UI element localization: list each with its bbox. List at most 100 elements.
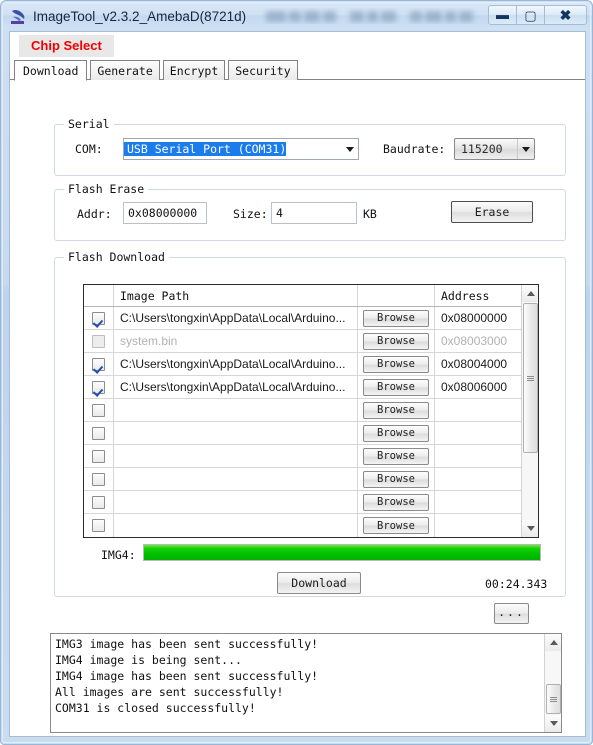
grip-icon bbox=[527, 375, 534, 382]
row-checkbox-cell[interactable] bbox=[84, 399, 114, 421]
client-area: Chip Select Download Generate Encrypt Se… bbox=[9, 31, 586, 737]
row-checkbox[interactable] bbox=[92, 357, 105, 371]
application-window: ImageTool_v2.3.2_AmebaD(8721d) ▬ ▢ ✖ Chi… bbox=[0, 0, 593, 745]
image-table: Image Path Address C:\Users\tongxin\AppD… bbox=[83, 284, 539, 538]
log-scroll-up-button[interactable] bbox=[545, 634, 561, 651]
size-unit-label: KB bbox=[363, 207, 377, 221]
row-checkbox-cell[interactable] bbox=[84, 353, 114, 375]
log-text: IMG3 image has been sent successfully! I… bbox=[55, 637, 319, 715]
triangle-down-icon bbox=[526, 526, 535, 531]
row-checkbox-cell[interactable] bbox=[84, 445, 114, 467]
table-row[interactable]: C:\Users\tongxin\AppData\Local\Arduino..… bbox=[84, 376, 521, 399]
row-checkbox[interactable] bbox=[92, 472, 105, 486]
browse-button[interactable]: Browse bbox=[363, 517, 429, 534]
row-checkbox[interactable] bbox=[92, 380, 105, 394]
header-cell-address: Address bbox=[441, 288, 490, 303]
table-row[interactable]: C:\Users\tongxin\AppData\Local\Arduino..… bbox=[84, 307, 521, 330]
menu-bar: Chip Select bbox=[10, 32, 585, 57]
erase-addr-input[interactable]: 0x08000000 bbox=[123, 202, 207, 224]
row-checkbox-cell[interactable] bbox=[84, 376, 114, 398]
browse-button[interactable]: Browse bbox=[363, 355, 429, 373]
flash-download-group: Flash Download Image Path Address C:\Use… bbox=[54, 250, 566, 597]
image-table-body: Image Path Address C:\Users\tongxin\AppD… bbox=[84, 285, 521, 537]
browse-button[interactable]: Browse bbox=[363, 378, 429, 396]
menu-item-chip-select[interactable]: Chip Select bbox=[19, 35, 114, 57]
title-bar: ImageTool_v2.3.2_AmebaD(8721d) ▬ ▢ ✖ bbox=[3, 3, 592, 29]
table-row[interactable]: Browse bbox=[84, 514, 521, 537]
scrollbar-thumb[interactable] bbox=[523, 303, 538, 453]
header-cell-check bbox=[84, 285, 114, 306]
row-image-path: C:\Users\tongxin\AppData\Local\Arduino..… bbox=[120, 380, 346, 394]
addr-label: Addr: bbox=[77, 207, 112, 221]
log-output[interactable]: IMG3 image has been sent successfully! I… bbox=[50, 633, 562, 733]
table-row[interactable]: Browse bbox=[84, 422, 521, 445]
header-cell-browse bbox=[358, 285, 435, 306]
baudrate-dropdown-arrow[interactable] bbox=[517, 139, 534, 159]
row-checkbox[interactable] bbox=[92, 311, 105, 325]
browse-button[interactable]: Browse bbox=[363, 309, 429, 327]
scroll-up-button[interactable] bbox=[522, 285, 538, 302]
app-logo-icon bbox=[10, 8, 27, 25]
minimize-button[interactable]: ▬ bbox=[488, 5, 517, 25]
download-button[interactable]: Download bbox=[277, 572, 361, 594]
row-checkbox[interactable] bbox=[92, 334, 105, 348]
browse-button[interactable]: Browse bbox=[363, 424, 429, 442]
serial-group: Serial COM: USB Serial Port (COM31) Baud… bbox=[54, 117, 566, 176]
tab-strip: Download Generate Encrypt Security bbox=[14, 60, 301, 81]
download-progress-bar bbox=[143, 544, 541, 561]
baudrate-select[interactable]: 115200 bbox=[454, 138, 535, 160]
row-checkbox-cell[interactable] bbox=[84, 422, 114, 444]
flash-download-group-title: Flash Download bbox=[64, 250, 169, 264]
table-row[interactable]: Browse bbox=[84, 399, 521, 422]
tab-encrypt[interactable]: Encrypt bbox=[162, 60, 226, 80]
log-scrollbar-thumb[interactable] bbox=[546, 684, 561, 714]
row-checkbox[interactable] bbox=[92, 519, 105, 532]
row-checkbox[interactable] bbox=[92, 495, 105, 509]
maximize-button[interactable]: ▢ bbox=[516, 5, 545, 25]
table-scrollbar[interactable] bbox=[521, 285, 538, 537]
window-title: ImageTool_v2.3.2_AmebaD(8721d) bbox=[33, 8, 247, 24]
triangle-up-icon bbox=[549, 640, 558, 645]
tab-security[interactable]: Security bbox=[228, 60, 298, 80]
row-checkbox-cell[interactable] bbox=[84, 514, 114, 537]
browse-button[interactable]: Browse bbox=[363, 332, 429, 350]
row-checkbox-cell[interactable] bbox=[84, 330, 114, 352]
log-scrollbar[interactable] bbox=[544, 634, 561, 732]
more-options-button[interactable]: ... bbox=[494, 603, 529, 624]
erase-size-input[interactable]: 4 bbox=[271, 202, 357, 224]
erase-button[interactable]: Erase bbox=[451, 201, 533, 223]
row-checkbox-cell[interactable] bbox=[84, 307, 114, 329]
browse-button[interactable]: Browse bbox=[363, 493, 429, 511]
com-port-dropdown-arrow[interactable] bbox=[341, 139, 358, 159]
triangle-down-icon bbox=[549, 721, 558, 726]
com-port-select[interactable]: USB Serial Port (COM31) bbox=[123, 138, 359, 160]
minimize-icon: ▬ bbox=[496, 7, 509, 22]
row-image-path: C:\Users\tongxin\AppData\Local\Arduino..… bbox=[120, 357, 346, 371]
row-checkbox[interactable] bbox=[92, 426, 105, 440]
scroll-down-button[interactable] bbox=[522, 520, 538, 537]
row-image-path: C:\Users\tongxin\AppData\Local\Arduino..… bbox=[120, 311, 346, 325]
tab-download[interactable]: Download bbox=[14, 60, 88, 81]
close-button[interactable]: ✖ bbox=[544, 5, 587, 25]
row-checkbox[interactable] bbox=[92, 449, 105, 463]
elapsed-time: 00:24.343 bbox=[485, 577, 548, 591]
tab-generate[interactable]: Generate bbox=[90, 60, 160, 80]
table-row[interactable]: Browse bbox=[84, 445, 521, 468]
com-port-value: USB Serial Port (COM31) bbox=[124, 142, 287, 156]
table-row[interactable]: system.bin Browse 0x08003000 bbox=[84, 330, 521, 353]
row-address: 0x08003000 bbox=[441, 334, 508, 348]
grip-icon bbox=[550, 696, 557, 703]
browse-button[interactable]: Browse bbox=[363, 447, 429, 465]
log-scroll-down-button[interactable] bbox=[545, 715, 561, 732]
browse-button[interactable]: Browse bbox=[363, 401, 429, 419]
table-row[interactable]: Browse bbox=[84, 468, 521, 491]
row-checkbox-cell[interactable] bbox=[84, 491, 114, 513]
window-controls: ▬ ▢ ✖ bbox=[488, 5, 587, 25]
row-checkbox[interactable] bbox=[92, 403, 105, 417]
row-checkbox-cell[interactable] bbox=[84, 468, 114, 490]
row-address: 0x08000000 bbox=[441, 311, 508, 325]
table-row[interactable]: C:\Users\tongxin\AppData\Local\Arduino..… bbox=[84, 353, 521, 376]
browse-button[interactable]: Browse bbox=[363, 470, 429, 488]
com-label: COM: bbox=[75, 142, 103, 156]
table-row[interactable]: Browse bbox=[84, 491, 521, 514]
